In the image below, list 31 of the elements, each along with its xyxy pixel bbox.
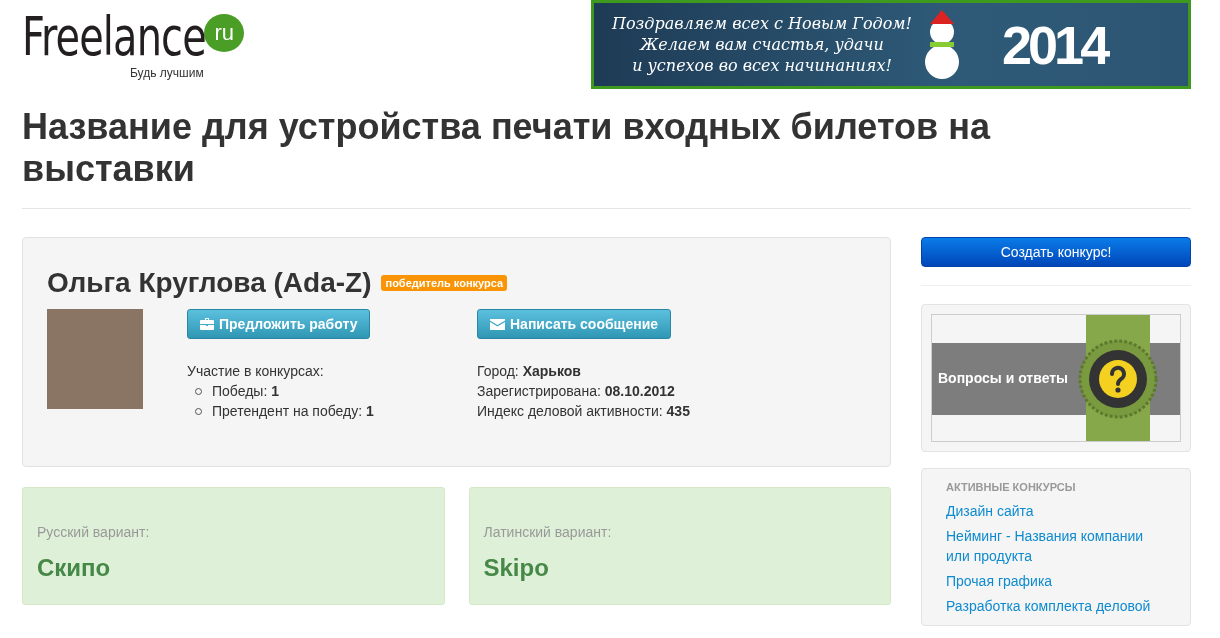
contest-link[interactable]: Нейминг - Названия компании или продукта [946,526,1166,566]
variant-label: Русский вариант: [37,524,151,540]
envelope-icon [490,318,505,330]
variant-value: Skipo [483,554,550,582]
contests-heading: Участие в конкурсах: [187,362,325,381]
contest-stat: Претендент на победу: 1 [212,402,374,421]
banner-text: Поздравляем всех с Новым Годом! Желаем вам счастья, удачи и успехов во всех начинаниях! [612,13,913,76]
holiday-banner[interactable]: Поздравляем всех с Новым Годом! Желаем вам счастья, удачи и успехов во всех начинаниях! 2014 [591,0,1191,89]
profile-detail: Город: Харьков [477,362,582,381]
profile-detail: Индекс деловой активности: 435 [477,402,690,421]
user-name: Ольга Круглова (Ada-Z) [47,266,372,300]
briefcase-icon [200,318,214,330]
banner-year: 2014 [1002,13,1107,76]
profile-detail: Зарегистрирована: 08.10.2012 [477,382,676,401]
contest-link[interactable]: Дизайн сайта [946,501,1166,521]
logo-wordmark[interactable]: Freelance [22,8,206,66]
page-title: Название для устройства печати входных билетов на выставки [22,106,992,190]
variant-value: Скипо [37,554,112,582]
faq-banner[interactable]: Вопросы и ответы [931,314,1181,442]
logo-tagline: Будь лучшим [130,66,205,80]
panel-heading: АКТИВНЫЕ КОНКУРСЫ [946,481,1077,493]
faq-banner-text: Вопросы и ответы [938,370,1069,386]
contest-link[interactable]: Разработка комплекта деловой [946,596,1166,616]
action-button[interactable]: Предложить работу [187,309,371,339]
variant-label: Латинский вариант: [483,524,613,540]
action-button[interactable]: Написать сообщение [477,309,672,339]
logo-badge: ru [204,14,245,52]
contest-stat: Победы: 1 [212,382,279,401]
create-contest-button[interactable]: Создать конкурс! [921,237,1191,267]
contest-link[interactable]: Прочая графика [946,571,1166,591]
winner-badge: победитель конкурса [381,275,508,291]
